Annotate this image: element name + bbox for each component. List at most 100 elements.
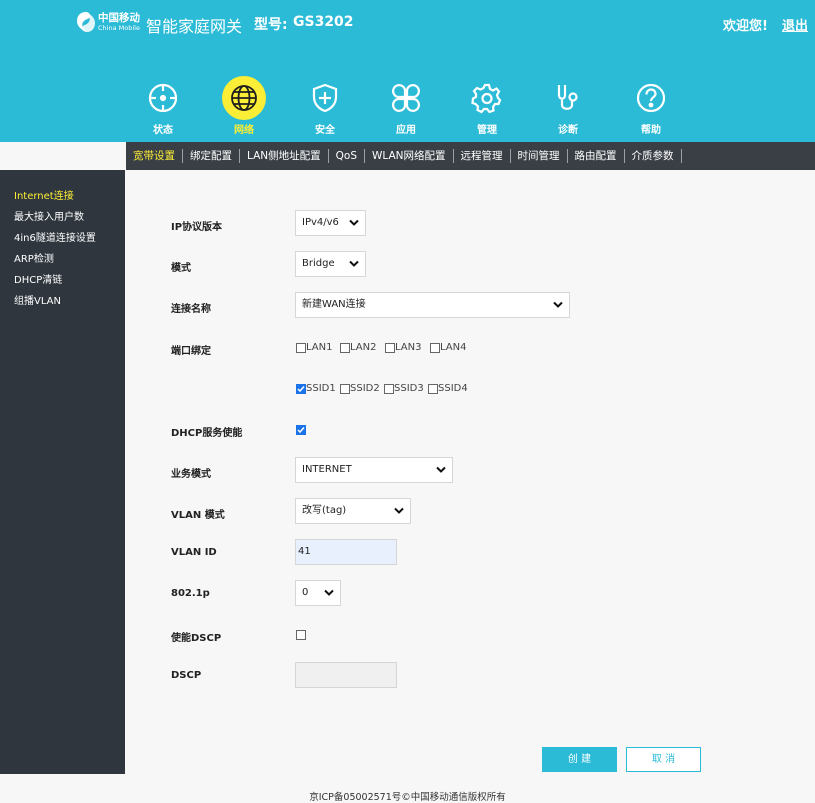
row-ssid-binding: SSID1 SSID2 SSID3 SSID4 [125, 375, 815, 405]
ssid3-checkbox[interactable] [384, 384, 394, 394]
lan4-label: LAN4 [440, 342, 467, 353]
service-mode-label: 业务模式 [171, 469, 211, 480]
subnav-wlan[interactable]: WLAN网络配置 [365, 149, 454, 163]
ssid4-checkbox[interactable] [428, 384, 438, 394]
lan1-label: LAN1 [306, 342, 333, 353]
sidebar-item-dhcp[interactable]: DHCP清链 [0, 274, 125, 295]
nav-diagnose[interactable]: 诊断 [536, 76, 600, 136]
gear-icon [465, 76, 509, 120]
nav-manage[interactable]: 管理 [455, 76, 519, 136]
conn-name-value: 新建WAN连接 [302, 299, 366, 310]
priority-value: 0 [302, 587, 309, 598]
vlan-mode-label: VLAN 模式 [171, 510, 225, 521]
nav-diagnose-label: 诊断 [558, 125, 578, 136]
row-vlan-mode: VLAN 模式 改写(tag) [125, 498, 815, 528]
nav-security-label: 安全 [315, 125, 335, 136]
subnav-time[interactable]: 时间管理 [511, 149, 568, 163]
mode-select[interactable]: Bridge [295, 251, 366, 277]
dscp-enable-label: 使能DSCP [171, 633, 222, 644]
chevron-down-icon [436, 466, 446, 473]
nav-apps[interactable]: 应用 [374, 76, 438, 136]
nav-network[interactable]: 网络 [212, 76, 276, 136]
nav-help[interactable]: 帮助 [619, 76, 683, 136]
mode-label: 模式 [171, 263, 191, 274]
lan4-checkbox[interactable] [430, 343, 440, 353]
cancel-button[interactable]: 取 消 [626, 747, 701, 772]
priority-select[interactable]: 0 [295, 580, 341, 606]
subnav-media[interactable]: 介质参数 [625, 149, 682, 163]
logout-link[interactable]: 退出 [782, 15, 808, 34]
row-priority: 802.1p 0 [125, 580, 815, 610]
port-binding-label: 端口绑定 [171, 346, 211, 357]
logo-en-text: China Mobile [98, 23, 140, 32]
dhcp-label: DHCP服务使能 [171, 428, 243, 439]
stethoscope-icon [546, 76, 590, 120]
sidebar-item-multicast-vlan[interactable]: 组播VLAN [0, 295, 125, 316]
ssid2-checkbox[interactable] [340, 384, 350, 394]
lan1-checkbox[interactable] [296, 343, 306, 353]
vlan-mode-select[interactable]: 改写(tag) [295, 498, 411, 524]
ip-version-value: IPv4/v6 [302, 217, 339, 228]
row-dscp: DSCP [125, 662, 815, 692]
model-label: 型号: [254, 17, 288, 33]
clover-icon [384, 76, 428, 120]
vlan-id-label: VLAN ID [171, 547, 217, 558]
crosshair-icon [141, 76, 185, 120]
mode-value: Bridge [302, 258, 335, 269]
vlan-mode-value: 改写(tag) [302, 505, 347, 516]
vlan-id-input[interactable]: 41 [295, 539, 397, 565]
subnav-bar: 宽带设置 绑定配置 LAN侧地址配置 QoS WLAN网络配置 远程管理 时间管… [126, 142, 815, 170]
ssid2-label: SSID2 [350, 383, 380, 394]
sidebar-item-internet[interactable]: Internet连接 [0, 190, 125, 211]
row-ip-version: IP协议版本 IPv4/v6 [125, 210, 815, 240]
row-mode: 模式 Bridge [125, 251, 815, 281]
welcome-text: 欢迎您! [723, 19, 768, 34]
nav-security[interactable]: 安全 [293, 76, 357, 136]
logo-cn-text: 中国移动 [98, 12, 140, 24]
subnav-broadband[interactable]: 宽带设置 [126, 149, 183, 163]
subnav-remote[interactable]: 远程管理 [454, 149, 511, 163]
dscp-input[interactable] [295, 662, 397, 688]
dscp-enable-checkbox[interactable] [296, 630, 306, 640]
row-dscp-enable: 使能DSCP [125, 621, 815, 651]
globe-icon [222, 76, 266, 120]
service-mode-select[interactable]: INTERNET [295, 457, 453, 483]
conn-name-select[interactable]: 新建WAN连接 [295, 292, 570, 318]
lan3-checkbox[interactable] [385, 343, 395, 353]
nav-status[interactable]: 状态 [131, 76, 195, 136]
main-form: IP协议版本 IPv4/v6 模式 Bridge 连接名称 新建WAN连接 端口… [125, 170, 815, 774]
sidebar-item-arp[interactable]: ARP检测 [0, 253, 125, 274]
ssid4-label: SSID4 [438, 383, 468, 394]
lan2-label: LAN2 [350, 342, 377, 353]
chevron-down-icon [324, 589, 334, 596]
subnav-lan-address[interactable]: LAN侧地址配置 [240, 149, 329, 163]
footer: 京ICP备05002571号©中国移动通信版权所有 [0, 774, 815, 803]
nav-manage-label: 管理 [477, 125, 497, 136]
china-mobile-logo: 中国移动 China Mobile [76, 10, 140, 34]
lan3-label: LAN3 [395, 342, 422, 353]
ip-version-label: IP协议版本 [171, 222, 223, 233]
sidebar-item-4in6[interactable]: 4in6隧道连接设置 [0, 232, 125, 253]
row-dhcp: DHCP服务使能 [125, 416, 815, 446]
subnav-binding[interactable]: 绑定配置 [183, 149, 240, 163]
row-port-binding: 端口绑定 LAN1 LAN2 LAN3 LAN4 [125, 334, 815, 364]
chevron-down-icon [349, 260, 359, 267]
checkmark-icon [297, 386, 305, 393]
dhcp-checkbox[interactable] [296, 425, 306, 435]
ssid3-label: SSID3 [394, 383, 424, 394]
checkmark-icon [297, 427, 305, 434]
ip-version-select[interactable]: IPv4/v6 [295, 210, 366, 236]
subnav-qos[interactable]: QoS [329, 149, 365, 163]
nav-apps-label: 应用 [396, 125, 416, 136]
chevron-down-icon [394, 507, 404, 514]
sidebar: Internet连接 最大接入用户数 4in6隧道连接设置 ARP检测 DHCP… [0, 170, 125, 774]
row-vlan-id: VLAN ID 41 [125, 539, 815, 569]
create-button[interactable]: 创 建 [542, 747, 617, 772]
priority-label: 802.1p [171, 588, 210, 599]
subnav-route[interactable]: 路由配置 [568, 149, 625, 163]
lan2-checkbox[interactable] [340, 343, 350, 353]
app-title: 智能家庭网关 [146, 17, 243, 36]
question-icon [629, 76, 673, 120]
sidebar-item-max-users[interactable]: 最大接入用户数 [0, 211, 125, 232]
ssid1-checkbox[interactable] [296, 384, 306, 394]
